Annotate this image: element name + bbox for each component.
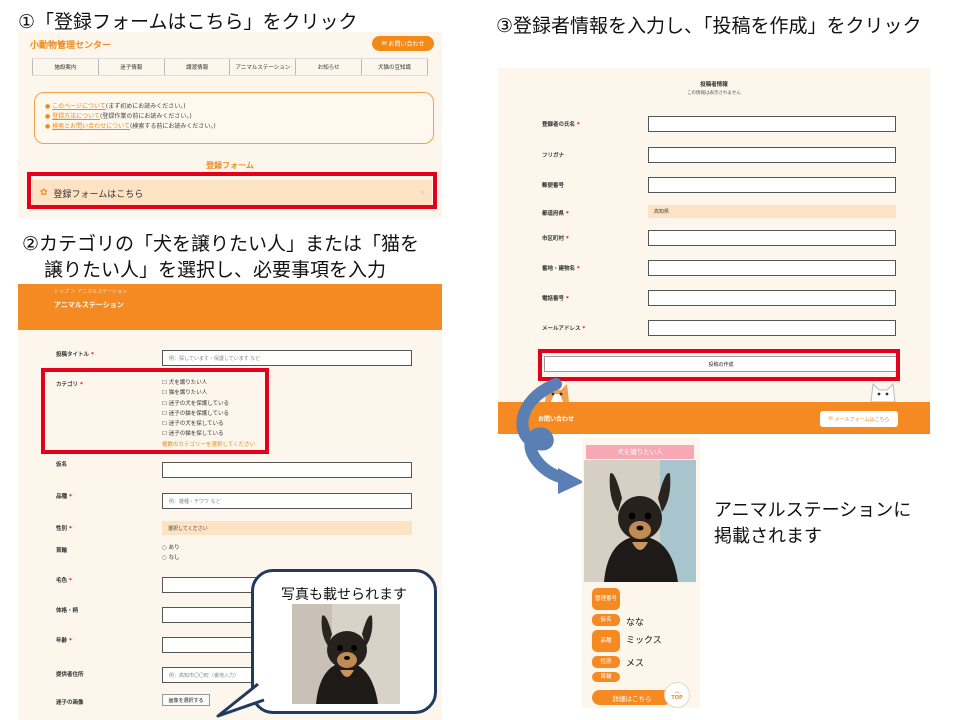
contact-button[interactable]: ✉ お問い合わせ [372, 36, 434, 51]
callout-tail [216, 682, 265, 718]
mail-icon: ✉ [828, 416, 833, 422]
poster-field-label: 市区町村 * [542, 236, 569, 242]
poster-field-label: 電話番号 * [542, 296, 569, 302]
age-label: 年齢 * [56, 638, 72, 644]
color-label: 毛色 * [56, 578, 72, 584]
card-value-sex: メス [626, 659, 645, 669]
step2-heading-line1: ②カテゴリの「犬を譲りたい人」または「猫を [22, 233, 420, 255]
highlight-create-post [538, 349, 900, 381]
sex-select[interactable]: 選択してください [162, 521, 412, 535]
poster-field-input[interactable] [648, 116, 896, 132]
poster-field-input[interactable] [648, 230, 896, 246]
published-caption: アニマルステーションに 掲載されます [714, 500, 912, 547]
site-brand: 小動物管理センター [30, 41, 112, 51]
card-dog-photo [584, 460, 696, 582]
card-label-sex: 性別 [592, 656, 620, 668]
nav-item-lost[interactable]: 迷子情報 [97, 59, 164, 75]
size-input[interactable] [162, 607, 262, 623]
collar-options: ○ あり ○ なし [162, 543, 180, 564]
main-nav: 施設案内 迷子情報 譲渡情報 アニマルステーション お知らせ 犬猫の豆知識 [32, 58, 428, 76]
collar-option[interactable]: ○ なし [162, 553, 180, 563]
collar-option[interactable]: ○ あり [162, 543, 180, 553]
collar-label: 首輪 [56, 548, 68, 554]
photo-select-button[interactable]: 画像を選択する [162, 694, 210, 706]
step1-heading: ①「登録フォームはこちら」をクリック [18, 11, 358, 33]
photo-label: 迷子の画像 [56, 700, 84, 706]
notice-item: ● 検索とお問い合わせについて(検索する前にお読みください。) [45, 123, 216, 130]
dog-photo [292, 604, 400, 704]
notice-link[interactable]: 登録方法について [52, 113, 100, 120]
poster-field-input[interactable] [648, 290, 896, 306]
nav-item-animal-station[interactable]: アニマルステーション [229, 59, 295, 75]
post-title-input[interactable]: 例：探しています・保護しています など [162, 350, 412, 366]
contact-label: お問い合わせ [388, 41, 425, 48]
highlight-category [41, 368, 269, 454]
sex-label: 性別 * [56, 526, 72, 532]
breed-input[interactable]: 例：雑種・チワワ など [162, 493, 412, 509]
card-value-name: なな [626, 618, 645, 628]
mail-form-button[interactable]: ✉ メールフォームはこちら [820, 411, 898, 427]
post-title-label: 投稿タイトル * [56, 352, 94, 358]
poster-field-label: 登録者の氏名 * [542, 122, 580, 128]
poster-field-label: フリガナ [542, 153, 565, 159]
notice-item: ● このページについて(まず初めにお読みください。) [45, 103, 186, 110]
name-input[interactable] [162, 462, 412, 478]
poster-field-label: 番地・建物名 * [542, 266, 580, 272]
card-label-breed: 品種 [592, 630, 620, 652]
poster-field-input[interactable] [648, 260, 896, 276]
mail-icon: ✉ [381, 40, 387, 47]
back-to-top-button[interactable]: ︿ TOP [664, 682, 690, 708]
prefecture-select[interactable]: 高知県 [648, 205, 896, 218]
card-details-button[interactable]: 詳細はこちら [592, 690, 672, 705]
form-section-title: 登録フォーム [206, 161, 254, 170]
page-title: アニマルステーション [54, 301, 124, 309]
callout-text: 写真も載せられます [281, 587, 407, 603]
highlight-form-button [27, 172, 437, 209]
published-card: 犬を譲りたい人 管理番号 仮名 なな 品種 ミックス 性別 メス 首輪 詳細はこ… [582, 438, 700, 708]
breed-label: 品種 * [56, 494, 72, 500]
poster-field-label: 郵便番号 [542, 183, 565, 189]
notice-item: ● 登録方法について(登録作業の前にお読みください。) [45, 113, 192, 120]
nav-item-adoption[interactable]: 譲渡情報 [163, 59, 230, 75]
card-category-title: 犬を譲りたい人 [586, 445, 694, 459]
poster-info-sub: この情報は表示されません [687, 91, 741, 96]
card-label-collar: 首輪 [592, 672, 620, 682]
nav-item-facility[interactable]: 施設案内 [32, 59, 98, 75]
notice-link[interactable]: このページについて [52, 103, 106, 110]
poster-field-input[interactable] [648, 147, 896, 163]
poster-field-input[interactable] [648, 320, 896, 336]
poster-info-title: 投稿者情報 [700, 82, 728, 88]
color-input[interactable] [162, 577, 262, 593]
notice-link[interactable]: 検索とお問い合わせについて [52, 123, 130, 130]
poster-field-input[interactable] [648, 177, 896, 193]
card-label-id: 管理番号 [592, 588, 620, 610]
step2-heading-line2: 譲りたい人」を選択し、必要事項を入力 [44, 259, 387, 281]
notice-box: ● このページについて(まず初めにお読みください。) ● 登録方法について(登録… [34, 92, 434, 144]
breadcrumb[interactable]: トップ ＞ アニマルステーション [54, 288, 127, 295]
cat-illustration-right [870, 382, 896, 403]
age-input[interactable] [162, 637, 262, 653]
poster-field-label: 都道府県 * [542, 211, 569, 217]
card-value-breed: ミックス [626, 636, 662, 646]
photo-callout: 写真も載せられます [251, 569, 437, 714]
address-label: 提供者住所 [56, 672, 84, 678]
card-label-name: 仮名 [592, 614, 620, 626]
nav-item-news[interactable]: お知らせ [295, 59, 361, 75]
poster-field-label: メールアドレス * [542, 326, 586, 332]
nav-item-tips[interactable]: 犬猫の豆知識 [361, 59, 428, 75]
size-label: 体格・柄 [56, 608, 79, 614]
name-label: 仮名 [56, 462, 68, 468]
step3-heading: ③登録者情報を入力し、「投稿を作成」をクリック [496, 15, 922, 37]
